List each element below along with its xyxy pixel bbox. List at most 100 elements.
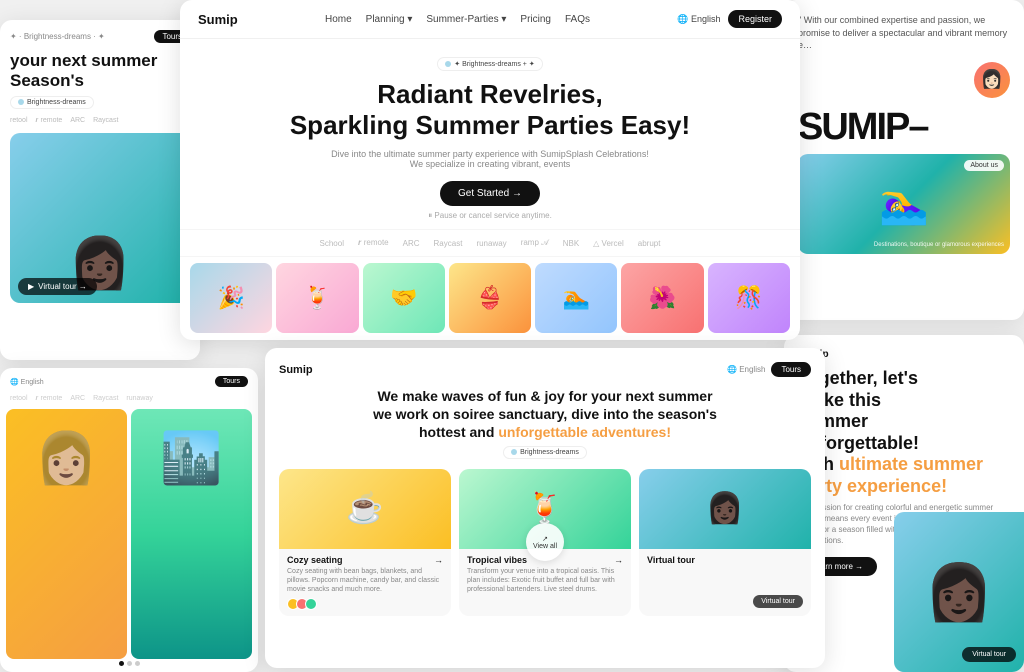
lbp-img-col-1: 👩🏼 — [6, 409, 127, 659]
rbp-highlight: ultimate summer party experience! — [798, 454, 983, 496]
rbp-heading: Together, let'smake thissummerunforgetta… — [798, 368, 1010, 498]
rp-about-desc: Destinations, boutique or glamorous expe… — [874, 242, 1004, 248]
rp-pool-emoji: 🏊‍♀️ — [879, 180, 929, 227]
card3-vt-btn[interactable]: Virtual tour — [753, 595, 803, 608]
main-panel: Sumip Home Planning ▾ Summer-Parties ▾ P… — [180, 0, 800, 340]
view-all-label: View all — [533, 543, 557, 550]
ltp-logo-arc: ARC — [70, 117, 85, 125]
nav-planning[interactable]: Planning ▾ — [366, 14, 413, 25]
nav-summer-parties[interactable]: Summer-Parties ▾ — [426, 14, 506, 25]
logo-abrupt: abrupt — [638, 239, 661, 248]
dot-3[interactable] — [135, 661, 140, 666]
card1-emoji: ☕ — [346, 491, 383, 526]
gallery-person-5: 🏊 — [535, 263, 617, 333]
rbp-person-emoji: 👩🏿 — [925, 560, 993, 625]
ltp-lang: ✦ · Brightness-dreams · ✦ — [10, 32, 105, 41]
lbp-pagination-dots — [0, 661, 258, 666]
bcp-hero-tag: Brightness-dreams — [279, 446, 811, 459]
main-hero-headline: Radiant Revelries,Sparkling Summer Parti… — [200, 79, 780, 141]
gallery-person-3: 🤝 — [363, 263, 445, 333]
bcp-card-desc-1: Cozy seating with bean bags, blankets, a… — [287, 567, 443, 594]
main-hero-tag: ✦ Brightness-dreams + ✦ — [200, 57, 780, 71]
gallery-person-7: 🎊 — [708, 263, 790, 333]
image-gallery-row: 🎉 🍹 🤝 👙 🏊 🌺 🎊 — [180, 257, 800, 337]
bcp-logo: Sumip — [279, 364, 313, 376]
gallery-img-7: 🎊 — [708, 263, 790, 333]
nav-lang[interactable]: 🌐 English — [677, 14, 720, 25]
nav-home[interactable]: Home — [325, 14, 352, 25]
rp-big-text: SUMIP– — [798, 108, 1010, 146]
gallery-img-3: 🤝 — [363, 263, 445, 333]
bcp-nav: Sumip 🌐 English Tours — [279, 362, 811, 377]
bcp-card-img-2: 🍹 ↗ View all — [459, 469, 631, 549]
bcp-brightness-badge: Brightness-dreams — [503, 446, 587, 459]
main-hero-subtext: Dive into the ultimate summer party expe… — [330, 149, 650, 169]
bcp-card-body-1: Cozy seating → Cozy seating with bean ba… — [279, 549, 451, 616]
logo-school: School — [320, 239, 344, 248]
bcp-virtual-tour-label: Virtual tour — [647, 555, 695, 565]
gallery-person-6: 🌺 — [621, 263, 703, 333]
bcp-badge-text: Brightness-dreams — [520, 449, 579, 456]
bcp-card-desc-2: Transform your venue into a tropical oas… — [467, 567, 623, 594]
bcp-avatars-1 — [287, 598, 443, 610]
card3-emoji: 👩🏿 — [706, 491, 743, 526]
view-all-arrow: ↗ — [542, 535, 548, 543]
ltp-logo-remote: 𝒓 remote — [36, 117, 63, 125]
card1-arrow: → — [434, 555, 443, 565]
bcp-card-cozy-seating: ☕ Cozy seating → Cozy seating with bean … — [279, 469, 451, 616]
main-hero-section: ✦ Brightness-dreams + ✦ Radiant Revelrie… — [180, 39, 800, 229]
rp-quote-text: " With our combined expertise and passio… — [798, 14, 1010, 52]
virtual-tour-label: Virtual tour → — [38, 282, 87, 291]
ltp-nav: ✦ · Brightness-dreams · ✦ Tours — [10, 30, 190, 43]
gallery-img-6: 🌺 — [621, 263, 703, 333]
lbp-images: 👩🏼 🏙️ — [0, 409, 258, 659]
rbp-virtual-tour-btn[interactable]: Virtual tour — [962, 647, 1016, 662]
lbp-logo-arc: ARC — [70, 395, 85, 403]
gallery-img-4: 👙 — [449, 263, 531, 333]
left-bottom-panel: 🌐 English Tours retool 𝒓 remote ARC Rayc… — [0, 368, 258, 672]
lbp-logo-remote: 𝒓 remote — [36, 395, 63, 403]
bcp-hero: We make waves of fun & joy for your next… — [279, 387, 811, 459]
logo-vercel: △ Vercel — [593, 239, 624, 248]
brightness-badge: ✦ Brightness-dreams + ✦ — [437, 57, 542, 71]
bcp-headline: We make waves of fun & joy for your next… — [279, 387, 811, 442]
view-all-overlay[interactable]: ↗ View all — [526, 523, 564, 561]
bcp-card-tropical: 🍹 ↗ View all Tropical vibes → Transform … — [459, 469, 631, 616]
logo-nbk: NBK — [563, 239, 579, 248]
bcp-card-img-1: ☕ — [279, 469, 451, 549]
ltp-brightness-badge: Brightness-dreams — [10, 96, 94, 109]
get-started-button[interactable]: Get Started → — [440, 181, 540, 206]
lbp-person-1: 👩🏼 — [6, 409, 127, 488]
register-button[interactable]: Register — [728, 10, 782, 28]
virtual-tour-icon: ▶ — [28, 282, 34, 291]
ltp-logo-raycast: Raycast — [93, 117, 118, 125]
nav-faqs[interactable]: FAQs — [565, 14, 590, 25]
dot-2[interactable] — [127, 661, 132, 666]
bcp-tours-btn[interactable]: Tours — [771, 362, 811, 377]
bcp-card-img-3: 👩🏿 — [639, 469, 811, 549]
lbp-logos: retool 𝒓 remote ARC Raycast runaway — [0, 395, 258, 403]
right-top-panel: " With our combined expertise and passio… — [784, 0, 1024, 320]
logos-row: School 𝒓 remote ARC Raycast runaway ramp… — [180, 229, 800, 257]
lbp-logo-raycast: Raycast — [93, 395, 118, 403]
main-navbar: Sumip Home Planning ▾ Summer-Parties ▾ P… — [180, 0, 800, 39]
ltp-brightness-dot — [18, 99, 24, 105]
lbp-lang: 🌐 English — [10, 378, 44, 386]
card2-emoji: 🍹 — [526, 491, 563, 526]
main-logo: Sumip — [198, 12, 238, 27]
avatar-3 — [305, 598, 317, 610]
dot-1[interactable] — [119, 661, 124, 666]
ltp-logo-retool: retool — [10, 117, 28, 125]
logo-remote: 𝒓 remote — [358, 238, 389, 248]
rp-pool-image: 🏊‍♀️ About us Destinations, boutique or … — [798, 154, 1010, 254]
pause-text: ⏸ Pause or cancel service anytime. — [200, 211, 780, 221]
gallery-person-1: 🎉 — [190, 263, 272, 333]
bottom-center-panel: Sumip 🌐 English Tours We make waves of f… — [265, 348, 825, 668]
nav-pricing[interactable]: Pricing — [520, 14, 551, 25]
bcp-card-virtual-tour: 👩🏿 Virtual tour Virtual tour — [639, 469, 811, 616]
bcp-card-body-3: Virtual tour Virtual tour — [639, 549, 811, 571]
lbp-tours-btn[interactable]: Tours — [215, 376, 248, 387]
gallery-img-1: 🎉 — [190, 263, 272, 333]
ltp-virtual-tour-btn[interactable]: ▶ Virtual tour → — [18, 278, 97, 295]
logo-ramp: ramp 𝒜 — [521, 238, 549, 248]
